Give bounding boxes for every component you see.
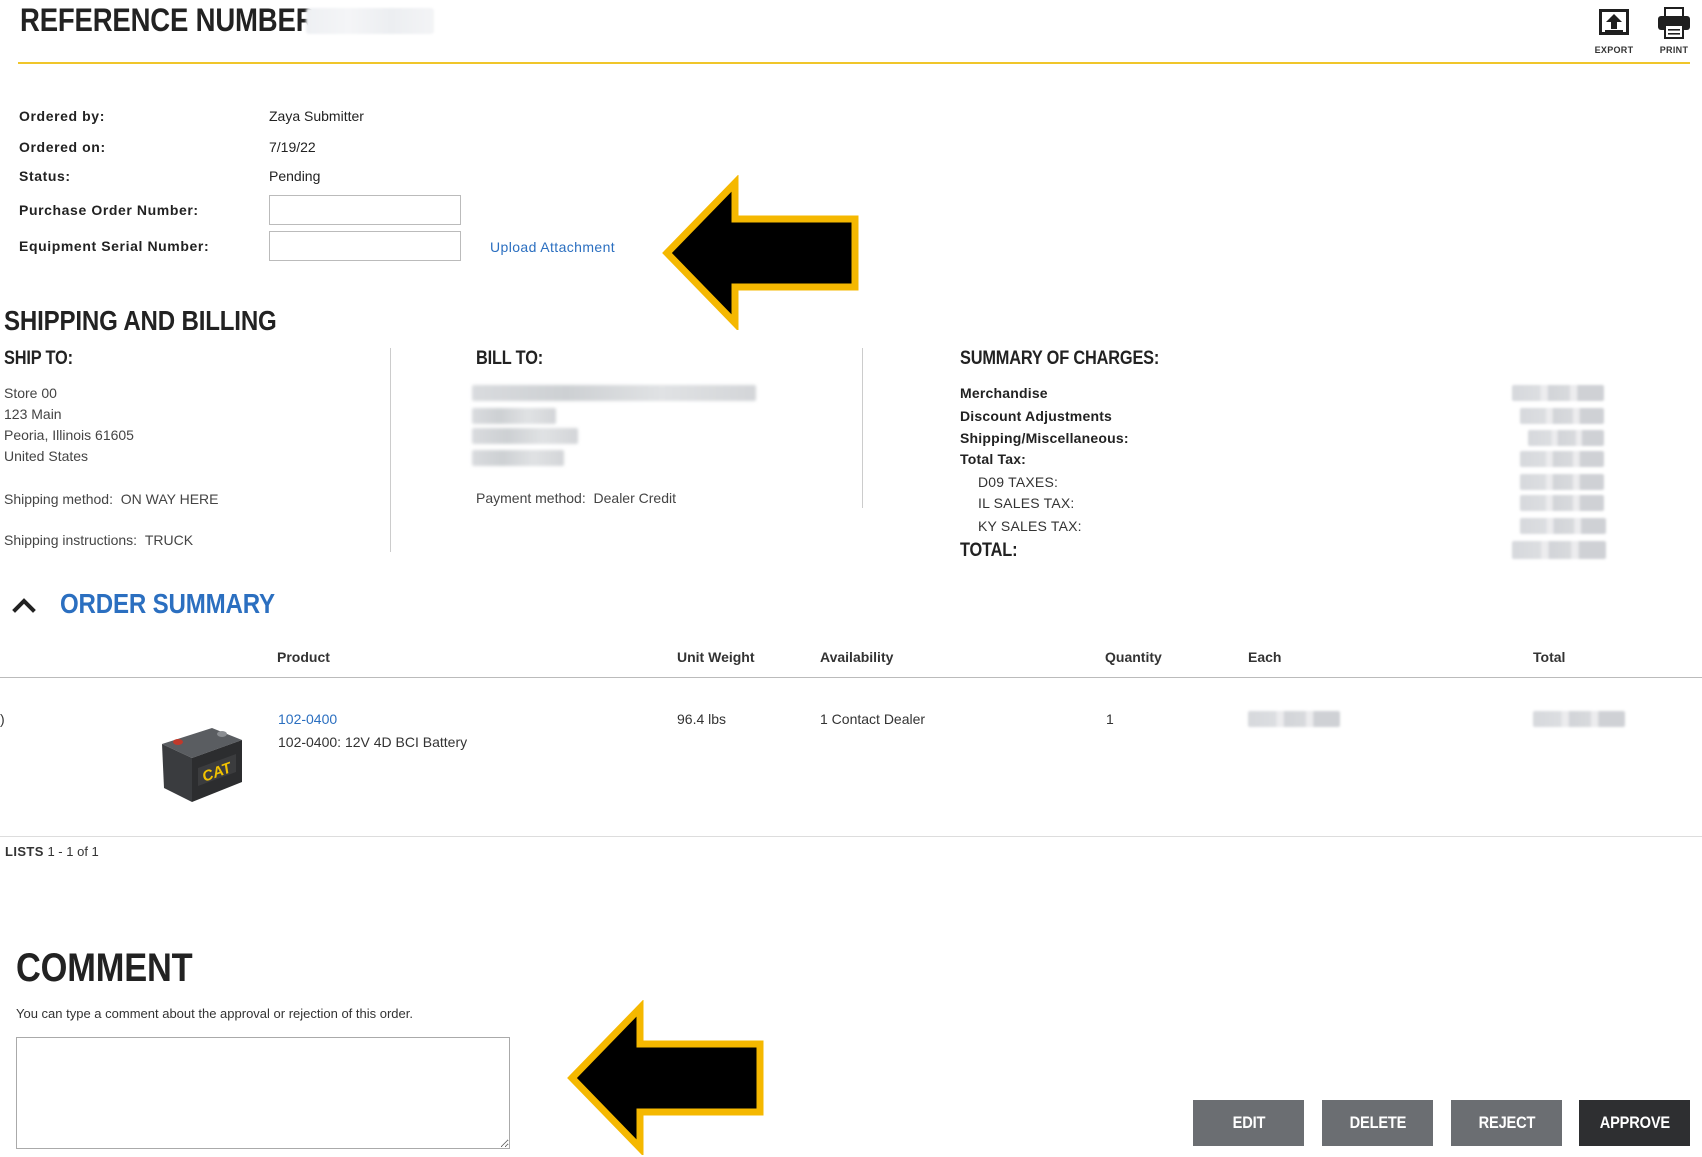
col-header-quantity: Quantity	[1105, 649, 1162, 665]
comment-title: COMMENT	[16, 946, 193, 990]
bill-to-line-redacted	[472, 408, 556, 424]
ship-to-line: United States	[4, 448, 89, 464]
ordered-on-value: 7/19/22	[269, 139, 316, 155]
d09-taxes-label: D09 TAXES:	[978, 474, 1059, 490]
shipping-misc-label: Shipping/Miscellaneous:	[960, 430, 1129, 446]
ky-sales-tax-label: KY SALES TAX:	[978, 518, 1082, 534]
total-label: TOTAL:	[960, 540, 1018, 561]
purchase-order-input[interactable]	[269, 195, 461, 225]
total-price-redacted	[1533, 711, 1625, 727]
discount-adjustments-label: Discount Adjustments	[960, 408, 1113, 424]
header-divider	[18, 62, 1690, 64]
ordered-on-label: Ordered on:	[19, 139, 106, 155]
reference-number-value-redacted	[306, 8, 434, 34]
il-tax-value-redacted	[1520, 495, 1604, 511]
col-header-each: Each	[1248, 649, 1282, 665]
order-summary-title[interactable]: ORDER SUMMARY	[60, 588, 310, 620]
row-marker: )	[0, 711, 5, 727]
column-divider	[390, 348, 391, 552]
pagination-summary: LISTS 1 - 1 of 1	[5, 844, 99, 859]
purchase-order-label: Purchase Order Number:	[19, 202, 199, 218]
bill-to-heading: BILL TO:	[476, 348, 544, 369]
table-header-divider	[0, 677, 1702, 678]
payment-method-value: Dealer Credit	[593, 490, 676, 506]
lists-label: LISTS	[5, 844, 44, 859]
col-header-availability: Availability	[820, 649, 894, 665]
shipping-billing-title: SHIPPING AND BILLING	[4, 305, 277, 336]
bill-to-line-redacted	[472, 385, 756, 401]
quantity-value: 1	[1106, 711, 1114, 727]
each-price-redacted	[1248, 711, 1340, 727]
ordered-by-label: Ordered by:	[19, 108, 105, 124]
equipment-serial-input[interactable]	[269, 231, 461, 261]
total-tax-label: Total Tax:	[960, 451, 1027, 467]
export-label: EXPORT	[1594, 45, 1634, 55]
col-header-unit-weight: Unit Weight	[677, 649, 755, 665]
shipping-instructions: Shipping instructions: TRUCK	[4, 532, 193, 548]
shipping-method-value: ON WAY HERE	[120, 491, 219, 507]
status-value: Pending	[269, 168, 321, 184]
delete-button[interactable]: DELETE	[1322, 1100, 1433, 1146]
ship-to-heading: SHIP TO:	[4, 348, 73, 369]
ky-tax-value-redacted	[1520, 518, 1606, 534]
summary-of-charges-heading: SUMMARY OF CHARGES:	[960, 348, 1160, 369]
unit-weight-value: 96.4 lbs	[677, 711, 727, 727]
shipping-value-redacted	[1528, 430, 1604, 446]
column-divider	[862, 348, 863, 508]
export-icon	[1599, 9, 1629, 35]
ship-to-line: Peoria, Illinois 61605	[4, 427, 134, 443]
equipment-serial-label: Equipment Serial Number:	[19, 238, 210, 254]
availability-value: 1 Contact Dealer	[820, 711, 926, 727]
product-description: 102-0400: 12V 4D BCI Battery	[278, 734, 468, 750]
battery-product-image: CAT	[162, 728, 242, 802]
total-tax-value-redacted	[1520, 451, 1604, 467]
status-label: Status:	[19, 168, 71, 184]
approve-button[interactable]: APPROVE	[1579, 1100, 1690, 1146]
callout-arrow-upload	[662, 175, 859, 330]
payment-method-label: Payment method:	[476, 490, 586, 506]
upload-attachment-link[interactable]: Upload Attachment	[490, 239, 615, 255]
d09-tax-value-redacted	[1520, 474, 1604, 490]
print-label: PRINT	[1659, 45, 1689, 55]
table-bottom-divider	[0, 836, 1702, 837]
shipping-instructions-value: TRUCK	[144, 532, 194, 548]
ship-to-line: Store 00	[4, 385, 57, 401]
export-button[interactable]: EXPORT	[1589, 6, 1639, 60]
ship-to-line: 123 Main	[4, 406, 62, 422]
col-header-product: Product	[277, 649, 330, 665]
reject-button[interactable]: REJECT	[1451, 1100, 1562, 1146]
shipping-method: Shipping method: ON WAY HERE	[4, 491, 219, 507]
bill-to-line-redacted	[472, 428, 578, 444]
total-value-redacted	[1512, 541, 1606, 559]
lists-range: 1 - 1 of 1	[47, 844, 99, 859]
edit-button[interactable]: EDIT	[1193, 1100, 1304, 1146]
collapse-chevron-icon[interactable]	[12, 596, 36, 614]
product-part-link[interactable]: 102-0400	[278, 711, 337, 727]
printer-icon	[1658, 7, 1690, 39]
bill-to-line-redacted	[472, 450, 564, 466]
il-sales-tax-label: IL SALES TAX:	[978, 495, 1075, 511]
comment-hint: You can type a comment about the approva…	[16, 1006, 413, 1021]
ordered-by-value: Zaya Submitter	[269, 108, 364, 124]
merchandise-label: Merchandise	[960, 385, 1048, 401]
shipping-instructions-label: Shipping instructions:	[4, 532, 138, 548]
payment-method: Payment method: Dealer Credit	[476, 490, 676, 506]
shipping-method-label: Shipping method:	[4, 491, 113, 507]
print-button[interactable]: PRINT	[1649, 6, 1699, 60]
merchandise-value-redacted	[1512, 385, 1604, 401]
discount-value-redacted	[1520, 408, 1604, 424]
comment-textarea[interactable]	[16, 1037, 510, 1149]
col-header-total: Total	[1533, 649, 1566, 665]
reference-number-label: REFERENCE NUMBER:	[20, 1, 325, 38]
callout-arrow-comment	[567, 1000, 764, 1155]
